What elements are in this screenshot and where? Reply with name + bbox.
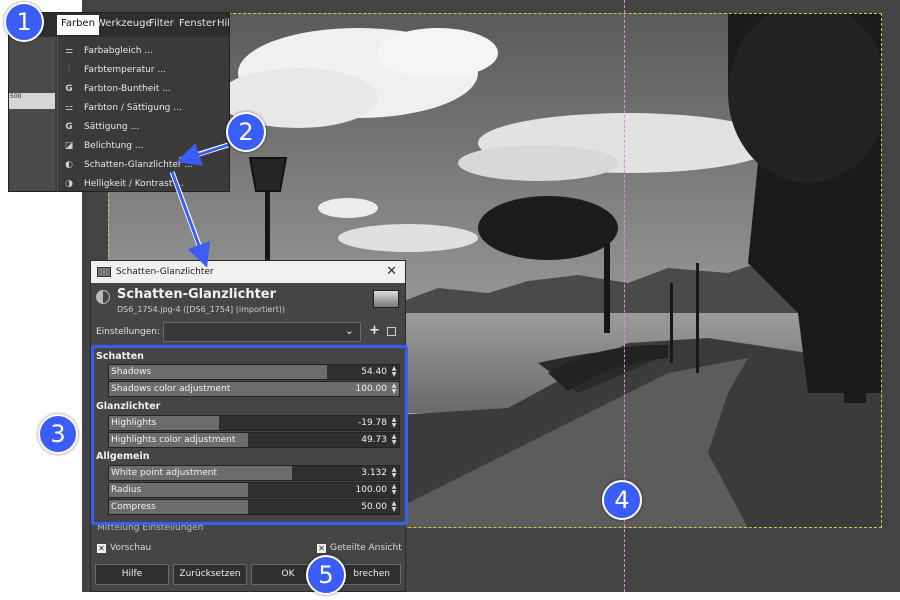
dialog-header: Schatten-Glanzlichter DS6_1754.jpg-4 ([D… xyxy=(91,283,405,319)
brightness-contrast-icon: ◑ xyxy=(65,178,73,189)
vorschau-checkbox[interactable]: ✕ Vorschau xyxy=(97,543,151,553)
menu-item-label: Belichtung ... xyxy=(84,140,144,151)
menu-hilfe[interactable]: Hil xyxy=(217,18,229,29)
help-button[interactable]: Hilfe xyxy=(95,564,169,585)
settings-label: Einstellungen: xyxy=(96,327,161,337)
gegl-icon: G xyxy=(65,83,73,94)
dialog-window-title: Schatten-Glanzlichter xyxy=(116,267,214,277)
thermometer-icon: ⫶ xyxy=(67,64,71,75)
menu-item-farbton-buntheit[interactable]: G Farbton-Buntheit ... xyxy=(58,79,229,98)
checkbox-checked-icon: ✕ xyxy=(97,543,106,553)
menu-filter[interactable]: Filter xyxy=(149,18,174,29)
menu-item-farbtemperatur[interactable]: ⫶ Farbtemperatur ... xyxy=(58,60,229,79)
close-icon[interactable]: ✕ xyxy=(386,264,397,279)
menu-item-label: Farbtemperatur ... xyxy=(84,64,166,75)
callout-3: 3 xyxy=(38,414,78,454)
sliders-highlight-box xyxy=(91,345,408,525)
color-balance-icon: ⚌ xyxy=(64,45,74,56)
settings-row: Einstellungen: ⌄ + xyxy=(91,321,405,343)
dialog-header-subtitle: DS6_1754.jpg-4 ([DS6_1754] (importiert)) xyxy=(117,305,286,314)
menu-item-belichtung[interactable]: ◪ Belichtung ... xyxy=(58,136,229,155)
callout-4: 4 xyxy=(602,480,642,520)
vorschau-label: Vorschau xyxy=(110,543,152,553)
hue-saturation-icon: ⚍ xyxy=(64,102,74,113)
menu-item-saettigung[interactable]: G Sättigung ... xyxy=(58,117,229,136)
shadows-highlights-icon: ◐ xyxy=(65,159,73,170)
menu-item-farbton-saettigung[interactable]: ⚍ Farbton / Sättigung ... xyxy=(58,98,229,117)
menu-item-label: Schatten-Glanzlichter ... xyxy=(84,159,194,170)
geteilte-ansicht-label: Geteilte Ansicht xyxy=(330,543,402,553)
dialog-header-title: Schatten-Glanzlichter xyxy=(117,287,277,302)
menu-item-label: Farbabgleich ... xyxy=(84,45,153,56)
geteilte-ansicht-checkbox[interactable]: ✕ Geteilte Ansicht xyxy=(317,543,402,553)
menu-item-farbabgleich[interactable]: ⚌ Farbabgleich ... xyxy=(58,41,229,60)
reset-button[interactable]: Zurücksetzen xyxy=(173,564,247,585)
add-preset-icon[interactable]: + xyxy=(369,323,380,338)
menu-item-label: Helligkeit / Kontrast ... xyxy=(84,178,184,189)
preset-menu-icon[interactable] xyxy=(387,327,396,336)
menu-item-label: Sättigung ... xyxy=(84,121,140,132)
menu-fenster[interactable]: Fenster xyxy=(179,18,216,29)
menu-werkzeuge[interactable]: Werkzeuge xyxy=(96,18,152,29)
shadows-highlights-icon xyxy=(96,290,110,304)
menu-farben[interactable]: Farben xyxy=(57,15,99,35)
menu-item-label: Farbton / Sättigung ... xyxy=(84,102,182,113)
ruler-label: 500 xyxy=(10,93,22,100)
callout-2: 2 xyxy=(226,112,266,152)
callout-5: 5 xyxy=(306,555,346,595)
callout-1: 1 xyxy=(4,2,44,42)
app-icon xyxy=(97,267,111,277)
menu-item-label: Farbton-Buntheit ... xyxy=(84,83,171,94)
menu-item-schatten-glanzlichter[interactable]: ◐ Schatten-Glanzlichter ... xyxy=(58,155,229,174)
farben-dropdown: ⚌ Farbabgleich ... ⫶ Farbtemperatur ... GF… xyxy=(57,37,229,191)
ruler-marks: 500 xyxy=(9,93,55,109)
checkbox-checked-icon: ✕ xyxy=(317,543,326,553)
chevron-down-icon: ⌄ xyxy=(344,324,354,337)
exposure-icon: ◪ xyxy=(64,140,74,151)
vertical-ruler: 500 xyxy=(9,37,55,191)
image-thumbnail xyxy=(373,290,399,308)
gegl-icon: G xyxy=(65,121,73,132)
menu-item-helligkeit-kontrast[interactable]: ◑ Helligkeit / Kontrast ... xyxy=(58,174,229,191)
settings-combo[interactable]: ⌄ xyxy=(163,322,361,342)
farben-menu-inset: Farben Werkzeuge Filter Fenster Hil 500 … xyxy=(8,12,230,192)
dialog-titlebar[interactable]: Schatten-Glanzlichter ✕ xyxy=(91,261,405,283)
